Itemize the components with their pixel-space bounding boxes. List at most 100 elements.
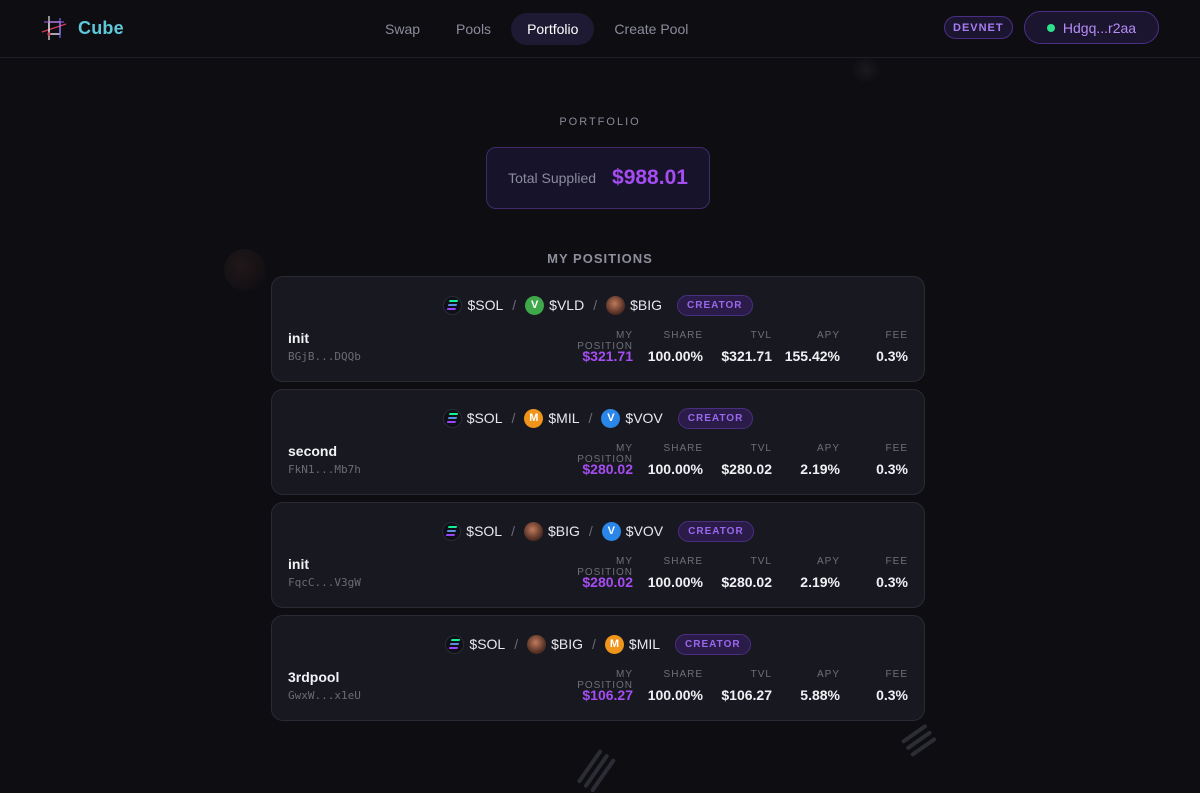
creator-badge: CREATOR xyxy=(677,407,754,429)
vov-token-icon: V xyxy=(601,408,621,428)
nav-portfolio[interactable]: Portfolio xyxy=(511,13,595,45)
position-card[interactable]: $SOL / $BIG / V $VOV CREATOR init FqcC...V3gW MY … xyxy=(271,502,925,608)
position-card[interactable]: $SOL / V $VLD / $BIG CREATOR init BGjB...DQQb MY … xyxy=(271,276,925,382)
cube-logo-icon xyxy=(41,16,67,40)
token-symbol: $SOL xyxy=(467,297,504,313)
pool-address: FqcC...V3gW xyxy=(288,576,361,589)
fee-value: 0.3% xyxy=(876,687,908,703)
apy-stat: APY 2.19% xyxy=(772,556,840,590)
creator-badge: CREATOR xyxy=(677,294,753,316)
my-position-value: $106.27 xyxy=(582,687,633,703)
tvl-value: $106.27 xyxy=(721,687,772,703)
sol-token-icon xyxy=(443,295,463,315)
apy-label: APY xyxy=(816,443,840,454)
token-big: $BIG xyxy=(606,295,662,315)
apy-value: 2.19% xyxy=(800,461,840,477)
mil-token-icon: M xyxy=(524,408,544,428)
my-position-value: $280.02 xyxy=(582,461,633,477)
tvl-label: TVL xyxy=(750,669,772,680)
apy-stat: APY 2.19% xyxy=(772,443,840,477)
mil-token-icon: M xyxy=(604,634,624,654)
token-mil: M $MIL xyxy=(524,408,580,428)
nav-swap[interactable]: Swap xyxy=(369,13,436,45)
token-sol: $SOL xyxy=(445,634,505,654)
apy-label: APY xyxy=(816,556,840,567)
token-pair: $SOL / $BIG / V $VOV CREATOR xyxy=(272,520,924,542)
token-symbol: $SOL xyxy=(466,523,503,539)
my-position-stat: MY POSITION $106.27 xyxy=(559,669,633,703)
brand-logo-link[interactable]: Cube xyxy=(40,14,124,42)
tvl-value: $280.02 xyxy=(721,574,772,590)
portfolio-page: Cube Swap Pools Portfolio Create Pool DE… xyxy=(0,0,1200,793)
share-value: 100.00% xyxy=(647,687,703,703)
top-navbar: Cube Swap Pools Portfolio Create Pool DE… xyxy=(0,0,1200,58)
apy-value: 155.42% xyxy=(784,348,840,364)
my-position-label: MY POSITION xyxy=(577,669,633,691)
share-value: 100.00% xyxy=(647,348,703,364)
network-badge: DEVNET xyxy=(944,16,1013,39)
token-symbol: $VLD xyxy=(549,297,585,313)
positions-title: MY POSITIONS xyxy=(547,251,653,266)
tvl-stat: TVL $280.02 xyxy=(703,443,772,477)
apy-label: APY xyxy=(816,330,840,341)
token-sol: $SOL xyxy=(443,295,504,315)
my-position-value: $280.02 xyxy=(582,574,633,590)
tvl-value: $280.02 xyxy=(721,461,772,477)
brand-name: Cube xyxy=(78,17,124,38)
fee-value: 0.3% xyxy=(876,574,908,590)
nav-pools[interactable]: Pools xyxy=(440,13,507,45)
pool-address: BGjB...DQQb xyxy=(288,350,361,363)
tvl-value: $321.71 xyxy=(721,348,772,364)
total-supplied-card: Total Supplied $988.01 xyxy=(486,147,710,209)
token-sol: $SOL xyxy=(442,408,503,428)
token-pair: $SOL / V $VLD / $BIG CREATOR xyxy=(272,294,924,316)
sol-token-icon xyxy=(445,634,465,654)
vov-token-icon: V xyxy=(601,521,621,541)
my-position-label: MY POSITION xyxy=(577,330,633,352)
wallet-address: Hdgq...r2aa xyxy=(1062,19,1137,36)
token-separator: / xyxy=(511,410,516,426)
background-token-decoration xyxy=(852,58,880,82)
apy-value: 5.88% xyxy=(800,687,840,703)
fee-label: FEE xyxy=(885,330,908,341)
share-label: SHARE xyxy=(663,443,703,454)
big-token-icon xyxy=(606,295,626,315)
token-separator: / xyxy=(592,636,596,652)
token-symbol: $BIG xyxy=(548,523,580,539)
my-position-stat: MY POSITION $321.71 xyxy=(559,330,633,364)
total-supplied-value: $988.01 xyxy=(612,166,688,189)
share-stat: SHARE 100.00% xyxy=(633,443,703,477)
creator-badge: CREATOR xyxy=(675,633,751,655)
tvl-stat: TVL $280.02 xyxy=(703,556,772,590)
token-symbol: $VOV xyxy=(625,410,663,426)
token-mil: M $MIL xyxy=(604,634,660,654)
tvl-label: TVL xyxy=(750,556,772,567)
fee-label: FEE xyxy=(885,556,908,567)
pool-name: init xyxy=(288,556,309,572)
creator-badge: CREATOR xyxy=(678,520,754,542)
my-position-stat: MY POSITION $280.02 xyxy=(559,556,633,590)
pool-address: FkN1...Mb7h xyxy=(288,463,361,476)
nav-create-pool[interactable]: Create Pool xyxy=(598,13,704,45)
share-value: 100.00% xyxy=(647,574,703,590)
vld-token-icon: V xyxy=(525,295,545,315)
token-vov: V $VOV xyxy=(601,408,663,428)
position-card[interactable]: $SOL / $BIG / M $MIL CREATOR 3rdpool GwxW...x1eU… xyxy=(271,615,925,721)
sol-token-icon xyxy=(442,521,462,541)
token-big: $BIG xyxy=(524,521,580,541)
tvl-label: TVL xyxy=(750,330,772,341)
tvl-stat: TVL $321.71 xyxy=(703,330,772,364)
fee-stat: FEE 0.3% xyxy=(840,443,908,477)
my-position-value: $321.71 xyxy=(582,348,633,364)
apy-value: 2.19% xyxy=(800,574,840,590)
position-card[interactable]: $SOL / M $MIL / V $VOV CREATOR second FkN1...Mb7h… xyxy=(271,389,925,495)
token-symbol: $MIL xyxy=(548,410,580,426)
token-symbol: $VOV xyxy=(625,523,664,539)
token-vld: V $VLD xyxy=(525,295,585,315)
wallet-button[interactable]: Hdgq...r2aa xyxy=(1024,11,1159,44)
token-separator: / xyxy=(511,523,515,539)
position-stats: MY POSITION $280.02 SHARE 100.00% TVL $280.02… xyxy=(559,443,908,477)
tvl-label: TVL xyxy=(750,443,772,454)
token-pair: $SOL / M $MIL / V $VOV CREATOR xyxy=(272,407,924,429)
share-value: 100.00% xyxy=(647,461,703,477)
